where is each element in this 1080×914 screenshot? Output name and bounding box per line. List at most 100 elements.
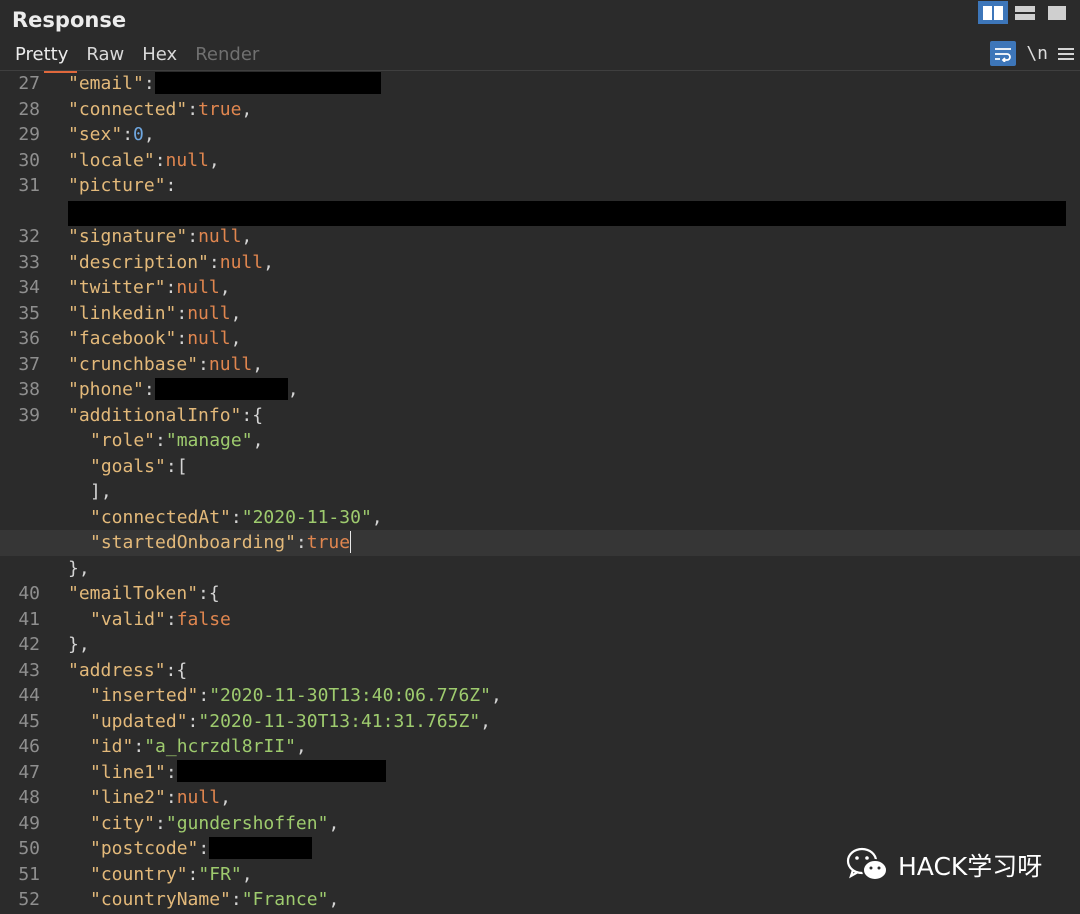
json-punctuation: : [295,532,307,553]
word-wrap-button[interactable] [990,41,1017,66]
tab-pretty[interactable]: Pretty [6,42,78,73]
code-line: 48 "line2":null, [0,785,1080,811]
json-string: "FR" [198,863,242,885]
json-literal: null [176,787,221,808]
json-key: "crunchbase" [68,353,199,375]
code-line: 34 "twitter":null, [0,275,1080,301]
code-line: 31 "picture": [0,173,1080,226]
editor-tools: \n [990,41,1074,66]
side-by-side-layout-button[interactable] [978,1,1008,24]
code-text: "facebook":null, [68,326,241,352]
tab-hex[interactable]: Hex [133,42,186,73]
redacted-value [154,71,381,94]
code-text: "startedOnboarding":true [90,530,352,556]
json-punctuation: , [220,787,231,808]
tab-render[interactable]: Render [186,42,268,73]
response-header: Response Pretty Raw Hex Render \n [0,0,1080,73]
json-literal: false [176,608,231,630]
code-text: "phone":, [68,377,299,403]
line-number: 36 [18,328,40,349]
line-number: 27 [18,73,40,94]
json-punctuation: , [230,328,242,349]
json-key: "inserted" [90,685,199,706]
redacted-value [154,377,288,400]
json-punctuation: : [176,328,188,349]
line-number: 32 [18,226,40,247]
line-number: 49 [18,812,40,834]
json-punctuation: : [143,379,155,400]
line-number: 41 [18,608,40,630]
json-punctuation: , [219,277,231,298]
json-punctuation: , [252,353,264,375]
json-literal: null [219,251,264,273]
code-text: }, [68,556,90,582]
json-key: "connectedAt" [90,506,231,528]
text-caret [350,530,352,553]
line-number: 46 [18,736,40,757]
line-number: 29 [18,124,40,145]
code-text: "goals":[ [90,454,188,480]
json-key: "emailToken" [68,583,199,604]
json-key: "country" [90,863,188,885]
redacted-picture-value [68,201,1066,226]
json-string: "a_hcrzdl8rII" [144,736,296,757]
json-punctuation: : [230,506,242,528]
single-layout-button[interactable] [1042,1,1072,24]
code-editor[interactable]: 27 "email": 28 "connected":true, 29 "sex":0, 3… [0,71,1080,914]
code-text: "crunchbase":null, [68,352,263,378]
code-line: 41 "valid":false [0,607,1080,633]
menu-button[interactable] [1058,47,1074,61]
watermark-text: HACK学习呀 [898,852,1043,881]
json-key: "connected" [68,98,188,120]
code-line: }, [0,556,1080,582]
code-text: "role":"manage", [90,428,263,454]
line-number: 39 [18,404,40,426]
code-line: 46 "id":"a_hcrzdl8rII", [0,734,1080,760]
stacked-layout-button[interactable] [1010,1,1040,24]
tab-raw[interactable]: Raw [77,42,133,73]
columns-icon [983,5,1003,20]
json-key: "signature" [68,226,188,247]
json-string: "2020-11-30T13:40:06.776Z" [209,685,491,706]
json-punctuation: : [122,124,134,145]
view-tabs: Pretty Raw Hex Render [6,42,268,73]
show-newlines-button[interactable]: \n [1026,43,1048,64]
json-punctuation: }, [68,634,90,655]
json-punctuation: , [208,149,220,171]
json-key: "linkedin" [68,302,177,324]
line-number: 38 [18,379,40,400]
redacted-value [176,760,386,782]
json-number: 0 [133,124,144,145]
json-key: "role" [90,430,156,451]
json-punctuation: : [187,710,199,732]
code-text: "connected":true, [68,97,252,123]
json-punctuation: , [143,124,155,145]
code-line: 43 "address":{ [0,658,1080,684]
code-line: 52 "countryName":"France", [0,887,1080,913]
code-line: 42}, [0,632,1080,658]
single-pane-icon [1048,5,1066,20]
json-key: "line1" [90,761,166,783]
code-line: 28 "connected":true, [0,97,1080,123]
code-line: "startedOnboarding":true [0,530,1080,556]
json-punctuation: : [230,889,242,910]
json-punctuation: : [133,736,145,757]
json-punctuation: , [295,736,307,757]
json-string: "gundershoffen" [165,812,329,834]
line-number: 37 [18,353,40,375]
code-line: 36 "facebook":null, [0,326,1080,352]
json-punctuation: , [371,506,383,528]
line-number: 44 [18,685,40,706]
json-key: "email" [68,73,144,94]
code-text: "additionalInfo":{ [68,403,263,429]
json-punctuation: , [287,379,299,400]
json-key: "additionalInfo" [68,404,242,426]
json-key: "updated" [90,710,188,732]
json-string: "manage" [165,430,253,451]
word-wrap-icon [995,47,1012,62]
code-text: "sex":0, [68,122,155,148]
json-punctuation: , [241,98,253,120]
code-line: ], [0,479,1080,505]
code-text: "country":"FR", [90,862,253,888]
code-line: "role":"manage", [0,428,1080,454]
